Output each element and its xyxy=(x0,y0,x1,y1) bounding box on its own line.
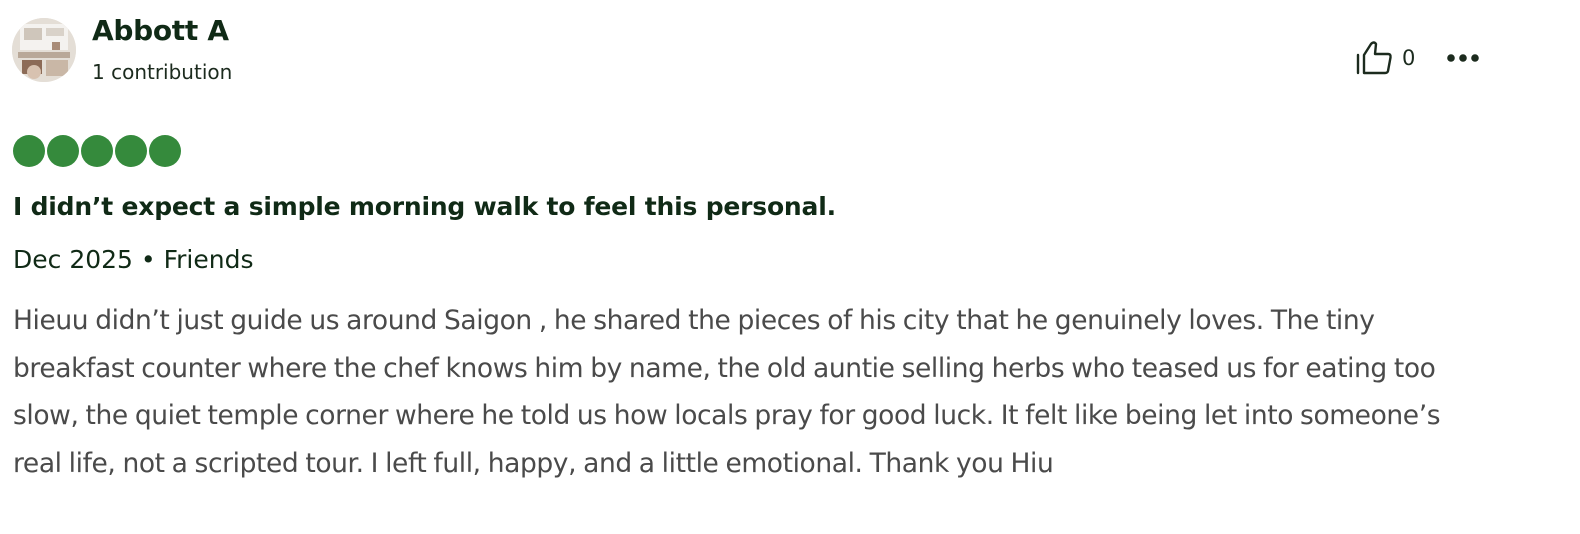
more-options-button[interactable] xyxy=(1440,40,1486,76)
author-name[interactable]: Abbott A xyxy=(92,14,229,47)
bubble-rating xyxy=(13,135,181,167)
more-horizontal-icon xyxy=(1447,54,1479,62)
review-date-trip-type: Dec 2025 • Friends xyxy=(13,245,254,274)
contribution-count: 1 contribution xyxy=(92,60,233,84)
review-title[interactable]: I didn’t expect a simple morning walk to… xyxy=(13,192,836,221)
rating-bubble xyxy=(81,135,113,167)
rating-bubble xyxy=(149,135,181,167)
review-card: Abbott A 1 contribution 0 I didn’t expec… xyxy=(0,0,1580,534)
thumbs-up-icon xyxy=(1354,40,1394,76)
rating-bubble xyxy=(115,135,147,167)
helpful-vote-button[interactable]: 0 xyxy=(1354,38,1415,78)
avatar[interactable] xyxy=(12,18,76,82)
rating-bubble xyxy=(13,135,45,167)
rating-bubble xyxy=(47,135,79,167)
user-photo-avatar-icon xyxy=(12,18,76,82)
review-text: Hieuu didn’t just guide us around Saigon… xyxy=(13,305,1441,479)
helpful-vote-count: 0 xyxy=(1402,46,1416,70)
